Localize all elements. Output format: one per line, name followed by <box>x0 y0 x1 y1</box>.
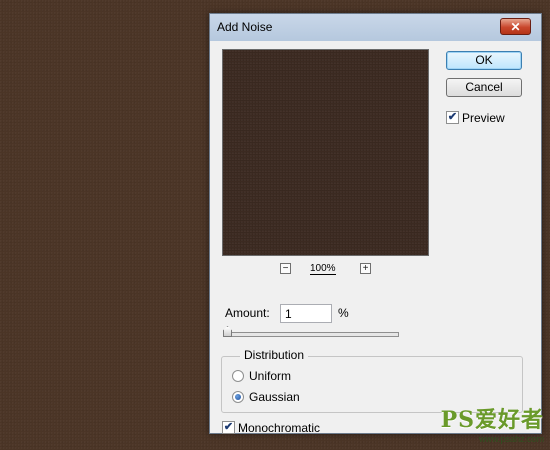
gaussian-label: Gaussian <box>249 390 300 404</box>
amount-input[interactable] <box>280 304 332 323</box>
amount-label: Amount: <box>225 306 270 320</box>
watermark-url: www.psahz.com <box>478 434 544 444</box>
preview-image[interactable] <box>222 49 429 256</box>
zoom-in-button[interactable]: + <box>360 263 371 274</box>
preview-label: Preview <box>462 111 505 125</box>
dialog-titlebar[interactable]: Add Noise ✕ <box>210 14 541 42</box>
add-noise-dialog: Add Noise ✕ − 100% + OK Cancel ✔ Preview… <box>209 13 542 435</box>
zoom-level: 100% <box>310 263 336 275</box>
uniform-radio[interactable] <box>232 370 244 382</box>
zoom-out-button[interactable]: − <box>280 263 291 274</box>
distribution-legend: Distribution <box>240 348 309 362</box>
amount-slider-thumb[interactable] <box>223 326 232 337</box>
watermark-logo: PS爱好者 <box>440 407 544 433</box>
gaussian-radio[interactable] <box>232 391 244 403</box>
dialog-body: − 100% + OK Cancel ✔ Preview Amount: % D… <box>210 41 541 435</box>
ok-button[interactable]: OK <box>446 51 522 70</box>
preview-checkbox[interactable]: ✔ <box>446 111 459 124</box>
radio-selected-dot <box>235 394 241 400</box>
monochromatic-checkbox[interactable]: ✔ <box>222 421 235 434</box>
cancel-button[interactable]: Cancel <box>446 78 522 97</box>
amount-unit: % <box>338 306 349 320</box>
monochromatic-label: Monochromatic <box>238 421 321 435</box>
dialog-title: Add Noise <box>217 20 273 34</box>
amount-slider-track[interactable] <box>225 332 399 337</box>
close-button[interactable]: ✕ <box>500 18 531 35</box>
watermark: PS爱好者 www.psahz.com <box>441 402 544 444</box>
uniform-label: Uniform <box>249 369 292 383</box>
